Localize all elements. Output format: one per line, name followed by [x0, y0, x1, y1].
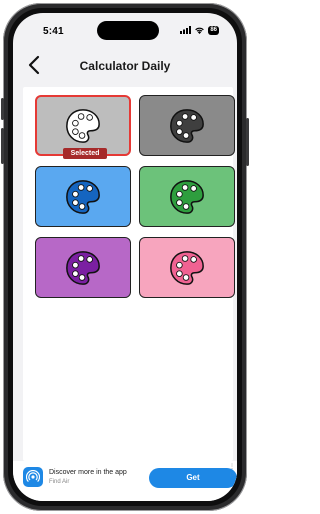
ad-banner[interactable]: Discover more in the app Find Air Get ⋮ …: [13, 461, 237, 501]
page-title: Calculator Daily: [79, 59, 171, 73]
theme-tile-gray[interactable]: [139, 95, 235, 156]
palette-icon: [66, 250, 100, 285]
battery-icon: 86: [208, 25, 219, 35]
ad-subtitle: Find Air: [49, 479, 70, 485]
ad-get-button[interactable]: Get: [149, 468, 237, 488]
dynamic-island: [97, 21, 159, 40]
ad-title: Discover more in the app: [49, 469, 127, 476]
screen: 5:41 86 Calculator Daily Selected Discov…: [13, 13, 237, 501]
phone-frame: 5:41 86 Calculator Daily Selected Discov…: [1, 3, 249, 511]
side-button-left-2: [1, 128, 4, 164]
theme-tile-white[interactable]: Selected: [35, 95, 131, 159]
palette-icon: [170, 250, 204, 285]
theme-tile-pink[interactable]: [139, 237, 235, 298]
palette-icon: [66, 108, 100, 143]
palette-icon: [170, 179, 204, 214]
airdrop-icon: [26, 470, 40, 483]
palette-icon: [170, 108, 204, 143]
selected-badge: Selected: [63, 148, 107, 159]
status-bar: 5:41 86: [13, 13, 237, 45]
theme-panel: Selected: [23, 87, 235, 461]
side-button-right: [246, 118, 249, 166]
bezel: 5:41 86 Calculator Daily Selected Discov…: [8, 8, 242, 506]
wifi-icon: [195, 27, 205, 34]
palette-icon: [66, 179, 100, 214]
theme-tile-purple[interactable]: [35, 237, 131, 298]
ad-options-icon[interactable]: ⋮: [229, 463, 235, 470]
status-time: 5:41: [43, 26, 64, 37]
nav-bar: Calculator Daily: [13, 47, 237, 83]
ad-choices-icon[interactable]: ▷: [230, 471, 235, 478]
status-icons: 86: [180, 25, 219, 35]
theme-tile-blue[interactable]: [35, 166, 131, 227]
ad-app-icon: [23, 467, 43, 487]
side-button-left: [1, 98, 4, 120]
theme-tile-green[interactable]: [139, 166, 235, 227]
signal-icon: [180, 26, 192, 34]
